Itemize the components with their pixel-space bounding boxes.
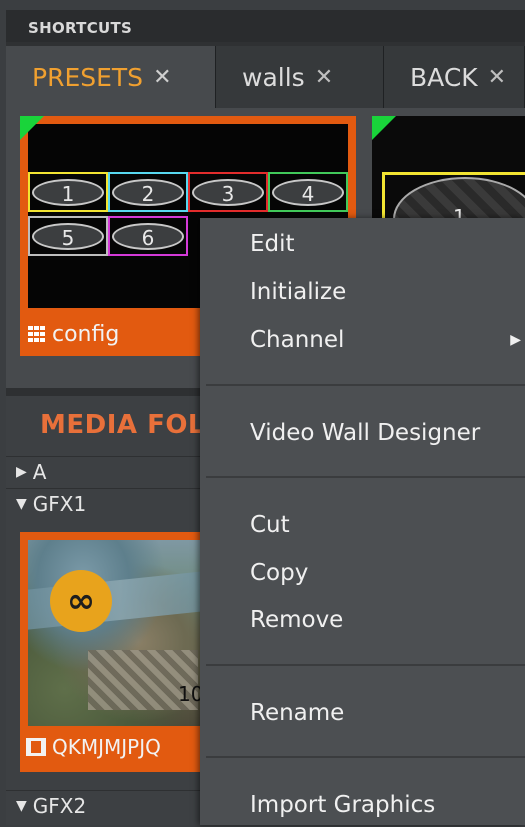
zone-5: 5 [28, 216, 108, 256]
panel-title: SHORTCUTS [6, 10, 525, 42]
media-name: QKMJMJPJQ [52, 735, 161, 759]
chevron-right-icon[interactable]: ▶ [16, 464, 27, 480]
menu-item-edit[interactable]: Edit [200, 222, 525, 266]
zone-2: 2 [108, 172, 188, 212]
tab-label: walls [242, 62, 305, 92]
status-indicator [20, 116, 44, 140]
context-menu: Edit Initialize Channel ▶ Video Wall Des… [200, 218, 525, 825]
tab-label: BACK [410, 62, 478, 92]
zone-6: 6 [108, 216, 188, 256]
menu-item-import-graphics[interactable]: Import Graphics [200, 783, 525, 827]
tab-walls[interactable]: walls ✕ [216, 46, 384, 108]
tab-back[interactable]: BACK ✕ [384, 46, 525, 108]
menu-separator [206, 756, 525, 758]
media-footer: QKMJMJPJQ [26, 728, 216, 766]
menu-item-channel[interactable]: Channel ▶ [200, 318, 525, 362]
close-icon[interactable]: ✕ [315, 65, 333, 90]
menu-item-cut[interactable]: Cut [200, 503, 525, 547]
chevron-down-icon[interactable]: ▼ [16, 798, 27, 814]
zone-label: 6 [112, 222, 184, 250]
zone-1: 1 [28, 172, 108, 212]
menu-item-video-wall-designer[interactable]: Video Wall Designer [200, 411, 525, 455]
status-indicator [372, 116, 396, 140]
grid-icon [28, 326, 46, 342]
media-card[interactable]: 10 ∞ QKMJMJPJQ [20, 532, 220, 772]
zone-label: 1 [32, 178, 104, 206]
zone-label: 2 [112, 178, 184, 206]
menu-item-copy[interactable]: Copy [200, 551, 525, 595]
preset-name: config [52, 321, 120, 347]
submenu-arrow-icon: ▶ [510, 332, 521, 348]
loop-icon: ∞ [50, 570, 112, 632]
menu-separator [206, 384, 525, 386]
menu-separator [206, 664, 525, 666]
close-icon[interactable]: ✕ [153, 65, 171, 90]
zone-4: 4 [268, 172, 348, 212]
menu-item-label: Channel [250, 327, 345, 353]
folder-label: GFX2 [32, 793, 87, 818]
tab-presets[interactable]: PRESETS ✕ [6, 46, 216, 108]
zone-label: 4 [272, 178, 344, 206]
folder-label: GFX1 [32, 491, 87, 516]
zone-3: 3 [188, 172, 268, 212]
zone-label: 3 [192, 178, 264, 206]
tab-bar: PRESETS ✕ walls ✕ BACK ✕ [6, 42, 525, 108]
zone-label: 5 [32, 222, 104, 250]
menu-item-initialize[interactable]: Initialize [200, 270, 525, 314]
close-icon[interactable]: ✕ [488, 65, 506, 90]
chevron-down-icon[interactable]: ▼ [16, 496, 27, 512]
menu-item-remove[interactable]: Remove [200, 598, 525, 642]
tab-label: PRESETS [32, 62, 144, 92]
folder-label: A [32, 459, 47, 484]
media-thumbnail: 10 ∞ [28, 540, 212, 726]
film-icon [26, 738, 46, 756]
menu-item-rename[interactable]: Rename [200, 691, 525, 735]
menu-separator [206, 476, 525, 478]
